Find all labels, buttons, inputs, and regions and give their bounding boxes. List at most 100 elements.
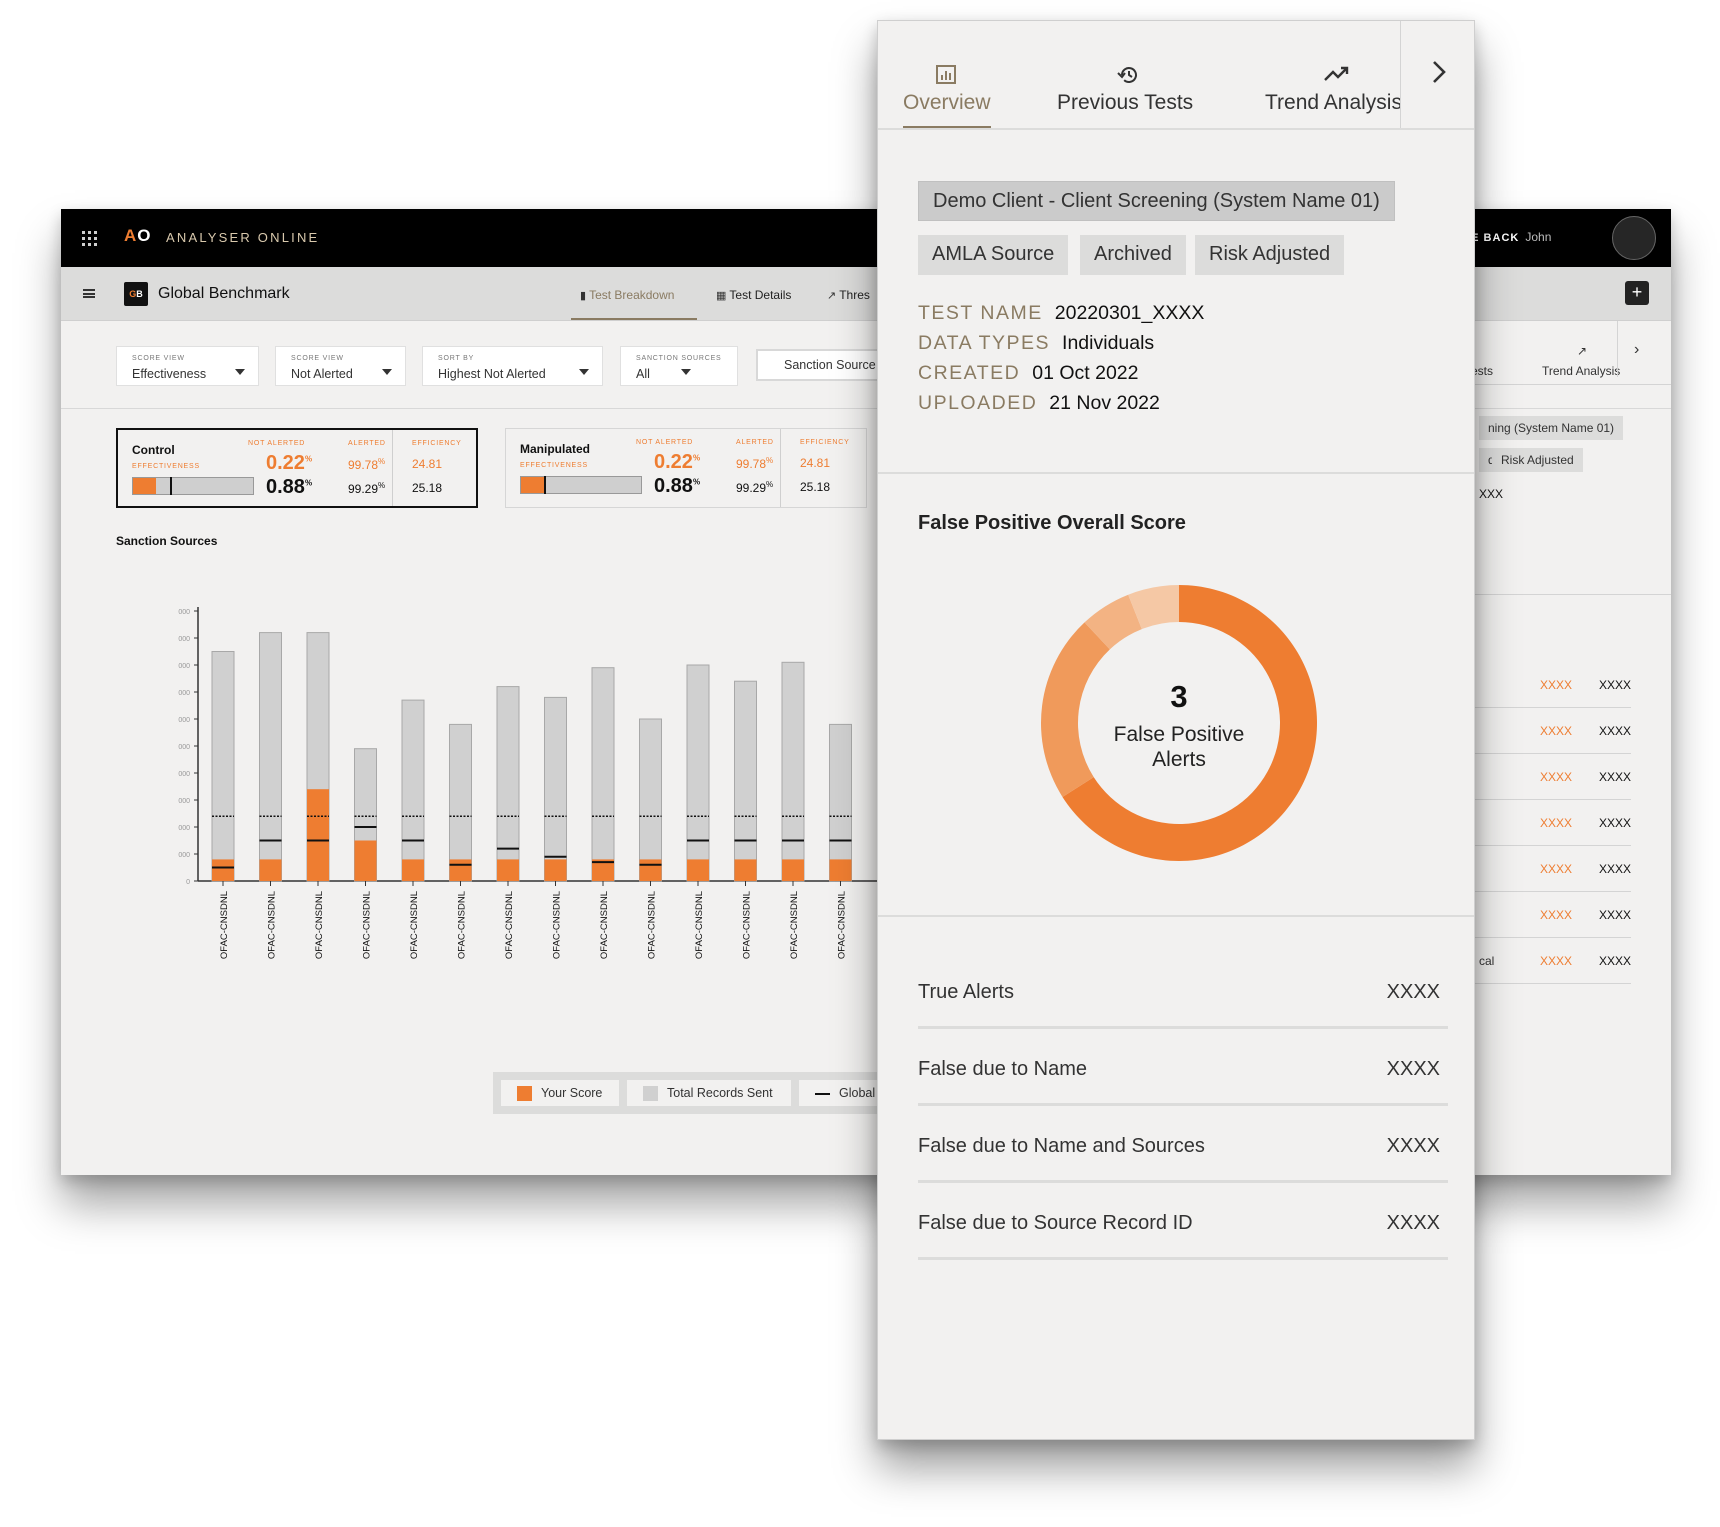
trend-icon: ↗ xyxy=(827,290,837,302)
y-tick-label: 000 xyxy=(178,663,190,670)
percent-sign: % xyxy=(766,456,774,465)
bar-total-records xyxy=(781,661,805,882)
tab-test-details[interactable]: ▦ Test Details xyxy=(716,288,791,302)
sort-by-dropdown[interactable]: SORT BY Highest Not Alerted xyxy=(422,346,603,386)
y-tick-label: 000 xyxy=(178,825,190,832)
row-value-1: XXXX xyxy=(1540,678,1573,692)
test-name-value-partial: XXX xyxy=(1479,487,1504,501)
chart-icon xyxy=(936,65,956,84)
legend-line-swatch xyxy=(815,1093,830,1095)
brand-logo-o: O xyxy=(137,226,152,245)
effectiveness-bar-fill xyxy=(521,477,544,493)
x-tick-label: OFAC-CNSDNL xyxy=(409,891,420,959)
legend-swatch xyxy=(517,1086,532,1101)
value-text: 0.88 xyxy=(266,476,305,498)
x-tick-label: OFAC-CNSDNL xyxy=(837,891,848,959)
meta-value: Individuals xyxy=(1062,332,1155,354)
value-text: 99.78 xyxy=(736,457,767,471)
hamburger-menu-icon[interactable] xyxy=(83,289,95,298)
summary-row-false-name[interactable]: False due to Name XXXX xyxy=(918,1029,1448,1106)
amla-source-chip: AMLA Source xyxy=(918,235,1069,275)
row-value-1: XXXX xyxy=(1540,908,1573,922)
sanction-sources-dropdown[interactable]: SANCTION SOURCES All xyxy=(620,346,738,386)
bar-chart-icon: ▮ xyxy=(580,290,587,302)
efficiency-value-1: 24.81 xyxy=(412,457,443,471)
bar-your-score xyxy=(639,859,662,881)
meta-key: CREATED xyxy=(918,362,1021,384)
meta-uploaded: UPLOADED 21 Nov 2022 xyxy=(918,392,1160,415)
x-tick-label: OFAC-CNSDNL xyxy=(504,891,515,959)
chart-title: Sanction Sources xyxy=(116,534,218,548)
row-label: False due to Name and Sources xyxy=(918,1135,1205,1157)
not-alerted-label: NOT ALERTED xyxy=(636,439,694,446)
x-tick-label: OFAC-CNSDNL xyxy=(267,891,278,959)
caret-down-icon xyxy=(235,369,245,375)
score-view-2-dropdown[interactable]: SCORE VIEW Not Alerted xyxy=(275,346,406,386)
efficiency-label: EFFICIENCY xyxy=(412,440,462,447)
bar-your-score xyxy=(307,789,329,881)
row-label: False due to Name xyxy=(918,1058,1087,1080)
bar-your-score xyxy=(734,859,757,881)
y-tick-label: 000 xyxy=(178,771,190,778)
grid-icon: ▦ xyxy=(716,290,727,302)
bar-your-score xyxy=(687,859,709,881)
risk-adjusted-chip: Risk Adjusted xyxy=(1492,448,1583,472)
overview-panel: Overview Previous Tests Trend Analysis D… xyxy=(877,20,1475,1440)
summary-row-true-alerts[interactable]: True Alerts XXXX xyxy=(918,952,1448,1029)
legend-your-score[interactable]: Your Score xyxy=(501,1080,619,1106)
legend-total-records[interactable]: Total Records Sent xyxy=(627,1080,791,1106)
summary-row-false-name-sources[interactable]: False due to Name and Sources XXXX xyxy=(918,1106,1448,1183)
caret-down-icon xyxy=(382,369,392,375)
brand-logo[interactable]: AO xyxy=(124,226,152,246)
tab-previous-tests[interactable]: Previous Tests xyxy=(1057,91,1193,115)
tab-threshold[interactable]: ↗ Thres xyxy=(827,288,870,302)
percent-sign: % xyxy=(378,481,386,490)
score-card-control[interactable]: Control EFFECTIVENESS NOT ALERTED ALERTE… xyxy=(116,428,478,508)
row-value-1: XXXX xyxy=(1540,816,1573,830)
x-tick-label: OFAC-CNSDNL xyxy=(647,891,658,959)
row-label: cal xyxy=(1479,954,1495,968)
score-card-manipulated[interactable]: Manipulated EFFECTIVENESS NOT ALERTED AL… xyxy=(505,428,867,508)
percent-sign: % xyxy=(692,453,701,463)
divider xyxy=(878,472,1474,474)
row-value-2: XXXX xyxy=(1599,724,1632,738)
row-value-2: XXXX xyxy=(1599,678,1632,692)
tab-test-breakdown[interactable]: ▮ Test Breakdown xyxy=(580,288,674,302)
effectiveness-label: EFFECTIVENESS xyxy=(520,462,588,469)
sanction-sources-label: SANCTION SOURCES xyxy=(636,355,722,362)
page-title: Global Benchmark xyxy=(158,285,290,302)
bar-your-score xyxy=(829,859,852,881)
row-value-2: XXXX xyxy=(1599,908,1632,922)
active-tab-underline xyxy=(571,318,697,320)
divider xyxy=(878,128,1474,130)
percent-sign: % xyxy=(766,480,774,489)
score-view-dropdown[interactable]: SCORE VIEW Effectiveness xyxy=(116,346,259,386)
x-tick-label: OFAC-CNSDNL xyxy=(552,891,563,959)
next-tab-button[interactable] xyxy=(1400,21,1474,128)
sanction-source-button[interactable]: Sanction Source xyxy=(756,349,886,381)
meta-key: UPLOADED xyxy=(918,392,1038,414)
sanction-sources-chart: Effectiveness (Not Alerted)0000000000000… xyxy=(178,607,891,959)
chevron-right-icon[interactable]: › xyxy=(1634,341,1639,359)
row-value-1: XXXX xyxy=(1540,954,1573,968)
value-text: 0.22 xyxy=(654,451,693,473)
tab-test-breakdown-label: Test Breakdown xyxy=(589,288,675,302)
y-tick-label: 000 xyxy=(178,744,190,751)
add-button[interactable]: + xyxy=(1625,281,1649,305)
summary-row-false-source-id[interactable]: False due to Source Record ID XXXX xyxy=(918,1183,1448,1260)
tab-overview[interactable]: Overview xyxy=(903,91,991,115)
avatar[interactable] xyxy=(1612,216,1656,260)
false-positive-title: False Positive Overall Score xyxy=(918,512,1186,534)
tab-trend-analysis[interactable]: Trend Analysis xyxy=(1265,91,1402,115)
tab-trend-analysis[interactable]: Trend Analysis xyxy=(1542,364,1620,378)
trending-up-icon xyxy=(1324,66,1349,81)
meta-value: 21 Nov 2022 xyxy=(1049,392,1160,414)
score-view-2-value: Not Alerted xyxy=(291,367,353,381)
page-badge-b: B xyxy=(136,289,143,299)
card-name: Control xyxy=(132,443,175,457)
apps-grid-icon[interactable] xyxy=(82,231,97,246)
meta-key: TEST NAME xyxy=(918,302,1043,324)
row-value-1: XXXX xyxy=(1540,724,1573,738)
value-text: 0.22 xyxy=(266,452,305,474)
bar-total-records xyxy=(734,680,757,882)
